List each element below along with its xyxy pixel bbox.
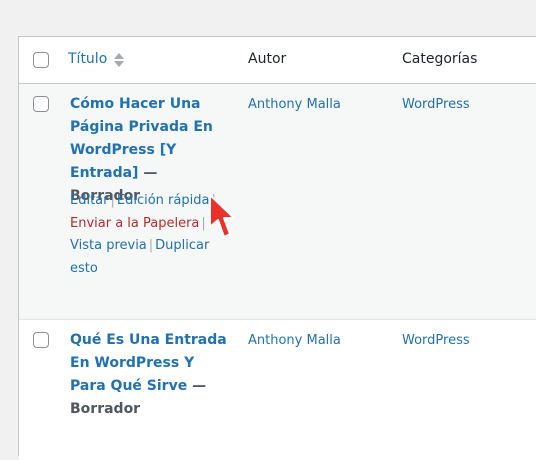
post-title-cell: Qué Es Una Entrada En WordPress Y Para Q… xyxy=(70,329,230,421)
column-title-label: Título xyxy=(68,51,108,67)
category-link[interactable]: WordPress xyxy=(402,329,470,352)
mouse-pointer-icon xyxy=(209,194,235,238)
sort-arrows-icon xyxy=(114,52,125,67)
trash-link[interactable]: Enviar a la Papelera xyxy=(70,216,199,231)
posts-table: Título Autor Categorías Cómo Hacer Una P… xyxy=(18,36,536,460)
column-author-label: Autor xyxy=(248,51,287,67)
preview-link[interactable]: Vista previa xyxy=(70,238,147,253)
table-header: Título Autor Categorías xyxy=(19,37,536,84)
action-separator: | xyxy=(148,238,154,253)
author-link[interactable]: Anthony Malla xyxy=(248,93,341,116)
author-link[interactable]: Anthony Malla xyxy=(248,329,341,352)
row-checkbox[interactable] xyxy=(33,332,49,348)
category-link[interactable]: WordPress xyxy=(402,93,470,116)
column-categories-label: Categorías xyxy=(402,51,478,67)
row-checkbox[interactable] xyxy=(33,96,49,112)
table-row: Cómo Hacer Una Página Privada En WordPre… xyxy=(19,84,536,320)
post-title-link[interactable]: Cómo Hacer Una Página Privada En WordPre… xyxy=(70,96,213,181)
column-title-sort[interactable]: Título xyxy=(68,51,125,67)
edit-link[interactable]: Editar xyxy=(70,193,109,208)
select-all-checkbox[interactable] xyxy=(33,52,49,68)
quick-edit-link[interactable]: Edición rápida xyxy=(117,193,210,208)
action-separator: | xyxy=(110,193,115,208)
table-row: Qué Es Una Entrada En WordPress Y Para Q… xyxy=(19,320,536,460)
